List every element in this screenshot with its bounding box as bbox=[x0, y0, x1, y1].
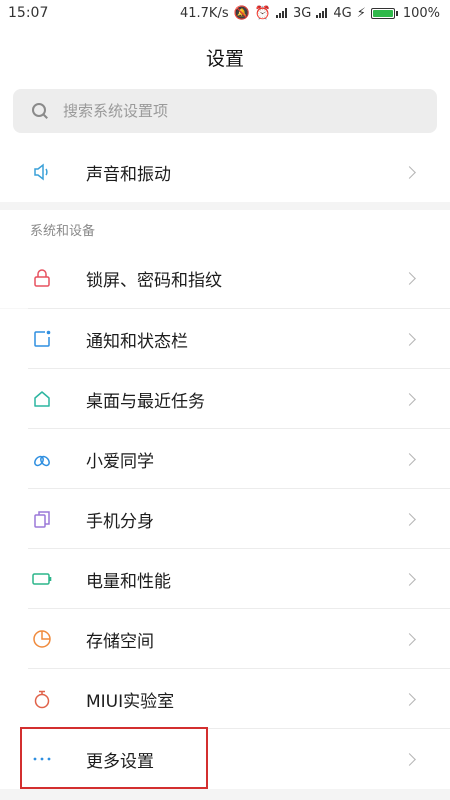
settings-item-miui-lab[interactable]: MIUI实验室 bbox=[0, 669, 450, 729]
mute-icon: 🔕 bbox=[233, 5, 250, 21]
settings-item-home-screen[interactable]: 桌面与最近任务 bbox=[0, 369, 450, 429]
highlight-annotation bbox=[20, 727, 208, 789]
settings-item-xiaoai[interactable]: 小爱同学 bbox=[0, 429, 450, 489]
signal-icon bbox=[316, 8, 328, 18]
notification-icon bbox=[32, 329, 52, 349]
alarm-icon: ⏰ bbox=[254, 5, 271, 21]
chevron-right-icon bbox=[403, 572, 416, 586]
search-input[interactable] bbox=[63, 102, 383, 120]
search-icon bbox=[31, 102, 49, 120]
search-container bbox=[0, 88, 450, 144]
settings-item-battery[interactable]: 电量和性能 bbox=[0, 549, 450, 609]
xiaoai-icon bbox=[32, 449, 52, 469]
settings-item-label: 手机分身 bbox=[86, 511, 154, 532]
chevron-right-icon bbox=[403, 332, 416, 346]
second-space-icon bbox=[32, 509, 52, 529]
status-bar: 15:07 41.7K/s 🔕 ⏰ 3G 4G ⚡ 100% bbox=[0, 0, 450, 26]
settings-item-label: 小爱同学 bbox=[86, 451, 154, 472]
settings-item-label: 电量和性能 bbox=[86, 571, 171, 592]
home-icon bbox=[32, 389, 52, 409]
battery-icon bbox=[370, 7, 398, 19]
chevron-right-icon bbox=[403, 165, 416, 179]
chevron-right-icon bbox=[403, 392, 416, 406]
chevron-right-icon bbox=[403, 512, 416, 526]
settings-item-second-space[interactable]: 手机分身 bbox=[0, 489, 450, 549]
nfc-icon: ⚡ bbox=[356, 5, 366, 21]
status-indicators: 41.7K/s 🔕 ⏰ 3G 4G ⚡ 100% bbox=[180, 6, 440, 21]
speaker-icon bbox=[32, 162, 52, 182]
page-title: 设置 bbox=[205, 47, 244, 70]
chevron-right-icon bbox=[403, 632, 416, 646]
chevron-right-icon bbox=[403, 752, 416, 766]
status-time: 15:07 bbox=[8, 5, 49, 21]
chevron-right-icon bbox=[403, 692, 416, 706]
settings-item-label: 声音和振动 bbox=[86, 164, 171, 185]
settings-item-label: 锁屏、密码和指纹 bbox=[86, 270, 222, 291]
settings-item-lockscreen[interactable]: 锁屏、密码和指纹 bbox=[0, 248, 450, 308]
section-gap bbox=[0, 202, 450, 210]
settings-item-notifications[interactable]: 通知和状态栏 bbox=[0, 309, 450, 369]
settings-item-label: 存储空间 bbox=[86, 631, 154, 652]
battery-icon bbox=[32, 569, 52, 589]
network-3g: 3G bbox=[292, 5, 312, 21]
settings-item-storage[interactable]: 存储空间 bbox=[0, 609, 450, 669]
bottom-gap bbox=[0, 789, 450, 800]
network-4g: 4G bbox=[333, 5, 352, 21]
signal-icon bbox=[275, 8, 288, 18]
section-header: 系统和设备 bbox=[0, 210, 450, 248]
lab-icon bbox=[32, 689, 52, 709]
settings-item-label: MIUI实验室 bbox=[86, 691, 175, 712]
title-bar: 设置 bbox=[0, 26, 450, 88]
lock-icon bbox=[32, 268, 52, 288]
battery-level: 100% bbox=[402, 5, 440, 21]
settings-item-label: 桌面与最近任务 bbox=[86, 391, 205, 412]
settings-item-sound[interactable]: 声音和振动 bbox=[0, 142, 450, 202]
section-title: 系统和设备 bbox=[30, 224, 96, 239]
net-speed: 41.7K/s bbox=[179, 5, 229, 21]
search-box[interactable] bbox=[13, 89, 437, 133]
storage-icon bbox=[32, 629, 52, 649]
chevron-right-icon bbox=[403, 271, 416, 285]
chevron-right-icon bbox=[403, 452, 416, 466]
settings-item-label: 通知和状态栏 bbox=[86, 331, 188, 352]
